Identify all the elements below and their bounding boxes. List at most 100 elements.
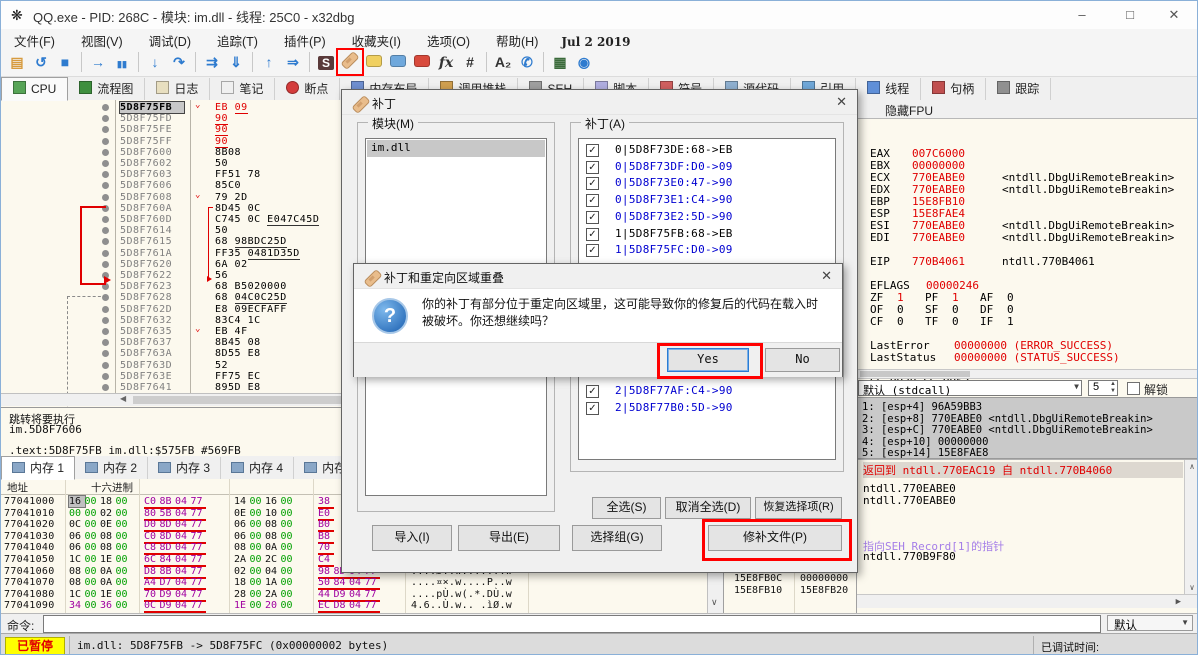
label-icon[interactable] xyxy=(387,51,409,73)
run-to-cursor-icon[interactable]: ⇉ xyxy=(201,51,223,73)
spin-up-icon[interactable]: ▲ xyxy=(1110,381,1116,387)
step-into-icon[interactable]: ↓ xyxy=(144,51,166,73)
scylla-icon[interactable]: S xyxy=(315,51,337,73)
patch-entry[interactable]: ✓2|5D8F77B0:5D->90 xyxy=(579,401,835,417)
scroll-left-icon[interactable]: ◀ xyxy=(120,394,126,403)
tab-trace[interactable]: 跟踪 xyxy=(986,78,1051,100)
tab-log[interactable]: 日志 xyxy=(145,78,210,100)
arg-count-stepper[interactable]: 5 ▲▼ xyxy=(1088,380,1118,396)
register-row[interactable]: ESP15E8FAE4 xyxy=(870,207,1197,219)
bookmark-icon[interactable] xyxy=(411,51,433,73)
breakpoint-dot[interactable] xyxy=(102,160,109,167)
breakpoint-dot[interactable] xyxy=(102,182,109,189)
breakpoint-dot[interactable] xyxy=(102,138,109,145)
no-button[interactable]: No xyxy=(765,348,840,372)
command-profile-select[interactable]: 默认 ▼ xyxy=(1107,615,1193,631)
calling-convention-select[interactable]: 默认 (stdcall) ▼ xyxy=(858,380,1082,396)
tab-handles[interactable]: 句柄 xyxy=(921,78,986,100)
dump-row[interactable]: 77041090340036000CD904771E002000ECD80477… xyxy=(1,600,707,612)
yes-button[interactable]: Yes xyxy=(667,348,749,372)
tab-graph[interactable]: 流程图 xyxy=(68,78,145,100)
spin-down-icon[interactable]: ▼ xyxy=(1110,388,1116,394)
patch-checkbox[interactable]: ✓ xyxy=(586,161,599,174)
register-row[interactable]: ESI770EABE0<ntdll.DbgUiRemoteBreakin> xyxy=(870,219,1197,231)
patch-checkbox[interactable]: ✓ xyxy=(586,211,599,224)
patch-entry[interactable]: ✓0|5D8F73DE:68->EB xyxy=(579,143,835,159)
step-over-icon[interactable]: ↷ xyxy=(168,51,190,73)
breakpoint-dot[interactable] xyxy=(102,194,109,201)
patch-entry[interactable]: ✓0|5D8F73E0:47->90 xyxy=(579,176,835,192)
comment-icon[interactable] xyxy=(363,51,385,73)
tab-notes[interactable]: 笔记 xyxy=(210,78,275,100)
patch-checkbox[interactable]: ✓ xyxy=(586,144,599,157)
sim-icon[interactable]: ✆ xyxy=(516,51,538,73)
patch-checkbox[interactable]: ✓ xyxy=(586,402,599,415)
confirm-dialog-titlebar[interactable]: 补丁和重定向区域重叠 ✕ xyxy=(354,264,842,289)
stack-arg-row[interactable]: 1: [esp+4] 96A59BB3 xyxy=(862,401,982,413)
last-error-row[interactable]: LastError00000000 (ERROR_SUCCESS) xyxy=(870,339,1197,351)
minimize-button[interactable]: – xyxy=(1061,1,1103,29)
module-entry[interactable]: im.dll xyxy=(367,140,545,157)
function-icon[interactable]: fx xyxy=(435,51,457,73)
last-status-row[interactable]: LastStatus00000000 (STATUS_SUCCESS) xyxy=(870,351,1197,363)
flags-row[interactable]: ZF1PF1AF0 xyxy=(870,291,1197,303)
close-icon[interactable]: ✕ xyxy=(821,268,832,284)
scroll-up-icon[interactable]: ∧ xyxy=(1185,462,1198,471)
patch-checkbox[interactable]: ✓ xyxy=(586,194,599,207)
stack-row[interactable]: 15E8FB0C00000000 xyxy=(724,573,857,585)
run-icon[interactable]: → xyxy=(87,51,109,73)
dump-row[interactable]: 7704107008000A00A4D7047718001A0050840477… xyxy=(1,577,707,589)
register-row[interactable]: EDI770EABE0<ntdll.DbgUiRemoteBreakin> xyxy=(870,231,1197,243)
eflags-row[interactable]: EFLAGS00000246 xyxy=(870,279,1197,291)
globe-icon[interactable]: ◉ xyxy=(573,51,595,73)
select-all-button[interactable]: 全选(S) xyxy=(592,497,661,519)
memory-tab-4[interactable]: 内存 4 xyxy=(221,457,294,479)
patch-icon[interactable] xyxy=(339,51,361,73)
register-row-eip[interactable]: EIP770B4061ntdll.770B4061 xyxy=(870,255,1197,267)
pause-icon[interactable]: ▮▮ xyxy=(111,51,133,73)
deselect-all-button[interactable]: 取消全选(D) xyxy=(665,497,751,519)
register-row[interactable]: EAX007C6000 xyxy=(870,147,1197,159)
patch-checkbox[interactable]: ✓ xyxy=(586,228,599,241)
memory-tab-1[interactable]: 内存 1 xyxy=(1,456,75,480)
register-row[interactable]: EBX00000000 xyxy=(870,159,1197,171)
appearance-icon[interactable]: A₂ xyxy=(492,51,514,73)
scroll-right-icon[interactable]: ▶ xyxy=(1176,597,1181,607)
restart-icon[interactable]: ↺ xyxy=(30,51,52,73)
memory-tab-2[interactable]: 内存 2 xyxy=(75,457,148,479)
register-row[interactable]: ECX770EABE0<ntdll.DbgUiRemoteBreakin> xyxy=(870,171,1197,183)
patch-entry[interactable]: ✓1|5D8F75FB:68->EB xyxy=(579,227,835,243)
breakpoint-dot[interactable] xyxy=(102,115,109,122)
scroll-down-icon[interactable]: ∨ xyxy=(711,597,718,608)
dump-row[interactable]: 770410801C001E0070D9047728002A0044D90477… xyxy=(1,589,707,601)
memory-tab-3[interactable]: 内存 3 xyxy=(148,457,221,479)
patch-checkbox[interactable]: ✓ xyxy=(586,177,599,190)
patch-file-button[interactable]: 修补文件(P) xyxy=(708,525,842,551)
breakpoint-dot[interactable] xyxy=(102,104,109,111)
breakpoint-dot[interactable] xyxy=(102,171,109,178)
register-row[interactable]: EBP15E8FB10 xyxy=(870,195,1197,207)
scrollbar-thumb[interactable] xyxy=(860,371,970,377)
patch-checkbox[interactable]: ✓ xyxy=(586,244,599,257)
stack-arg-row[interactable]: 4: [esp+10] 00000000 xyxy=(862,436,988,448)
run-trace-icon[interactable]: ↑ xyxy=(258,51,280,73)
stack-info-vscrollbar[interactable]: ∧ ∨ xyxy=(1184,460,1198,594)
flags-row[interactable]: OF0SF0DF0 xyxy=(870,303,1197,315)
hash-icon[interactable]: # xyxy=(459,51,481,73)
tab-breakpoints[interactable]: 断点 xyxy=(275,78,340,100)
patch-checkbox[interactable]: ✓ xyxy=(586,385,599,398)
stack-row[interactable]: 15E8FB1015E8FB20 xyxy=(724,585,857,597)
flags-row[interactable]: CF0TF0IF1 xyxy=(870,315,1197,327)
scroll-down-icon[interactable]: ∨ xyxy=(1185,583,1198,592)
stack-args-box[interactable]: 1: [esp+4] 96A59BB32: [esp+8] 770EABE0 <… xyxy=(857,397,1198,459)
open-file-icon[interactable]: ▤ xyxy=(6,51,28,73)
stack-arg-row[interactable]: 5: [esp+14] 15E8FAE8 xyxy=(862,447,988,459)
hide-fpu-button[interactable]: 隐藏FPU xyxy=(857,100,1198,119)
maximize-button[interactable]: □ xyxy=(1109,1,1151,29)
breakpoint-dot[interactable] xyxy=(102,126,109,133)
export-button[interactable]: 导出(E) xyxy=(458,525,560,551)
patch-entry[interactable]: ✓0|5D8F73E2:5D->90 xyxy=(579,210,835,226)
breakpoint-dot[interactable] xyxy=(102,149,109,156)
stack-arg-row[interactable]: 2: [esp+8] 770EABE0 <ntdll.DbgUiRemoteBr… xyxy=(862,413,1153,425)
step-out-icon[interactable]: ⇓ xyxy=(225,51,247,73)
